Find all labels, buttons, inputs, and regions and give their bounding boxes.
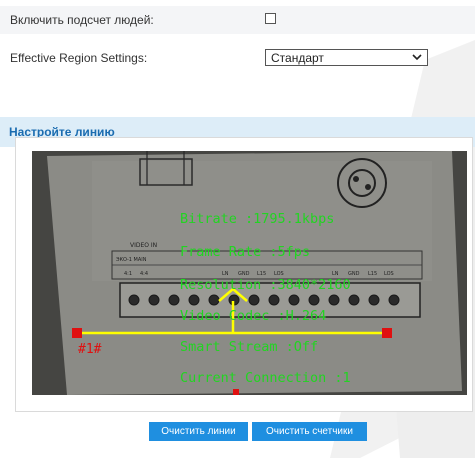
video-canvas: VIDEO IN ЭКО-1 MAIN 4:1 4:4 LN GND L15 L… [32, 151, 467, 395]
region-settings-label: Effective Region Settings: [10, 51, 148, 65]
line-endpoint-right[interactable] [382, 328, 392, 338]
panel-label: L15 [368, 271, 377, 277]
people-counting-label: Включить подсчет людей: [10, 13, 154, 27]
panel-label-main: ЭКО-1 MAIN [116, 257, 147, 263]
people-counting-row: Включить подсчет людей: [0, 6, 475, 34]
osd-resolution: Resolution :3840*2160 [180, 277, 351, 293]
panel-label: 4:4 [140, 271, 148, 277]
osd-current-connection: Current Connection :1 [180, 370, 351, 386]
region-settings-row: Effective Region Settings: Стандарт [0, 44, 475, 72]
panel-label-video-in: VIDEO IN [130, 242, 157, 249]
people-counting-checkbox[interactable] [265, 13, 276, 24]
video-preview[interactable]: VIDEO IN ЭКО-1 MAIN 4:1 4:4 LN GND L15 L… [32, 151, 467, 395]
panel-label: LOS [384, 271, 394, 277]
osd-bitrate: Bitrate :1795.1kbps [180, 211, 334, 227]
chevron-down-icon [412, 54, 422, 61]
bottom-marker [233, 389, 239, 395]
osd-smart-stream: Smart Stream :Off [180, 339, 318, 355]
region-settings-select[interactable]: Стандарт [265, 49, 428, 66]
region-settings-value: Стандарт [271, 51, 324, 65]
osd-video-codec: Video Codec :H.264 [180, 308, 326, 324]
line-endpoint-left[interactable] [72, 328, 82, 338]
clear-lines-button[interactable]: Очистить линии [149, 422, 248, 441]
osd-frame-rate: Frame Rate :5fps [180, 244, 310, 260]
clear-counters-button[interactable]: Очистить счетчики [252, 422, 367, 441]
line-label: #1# [78, 342, 102, 357]
panel-label: 4:1 [124, 271, 132, 277]
